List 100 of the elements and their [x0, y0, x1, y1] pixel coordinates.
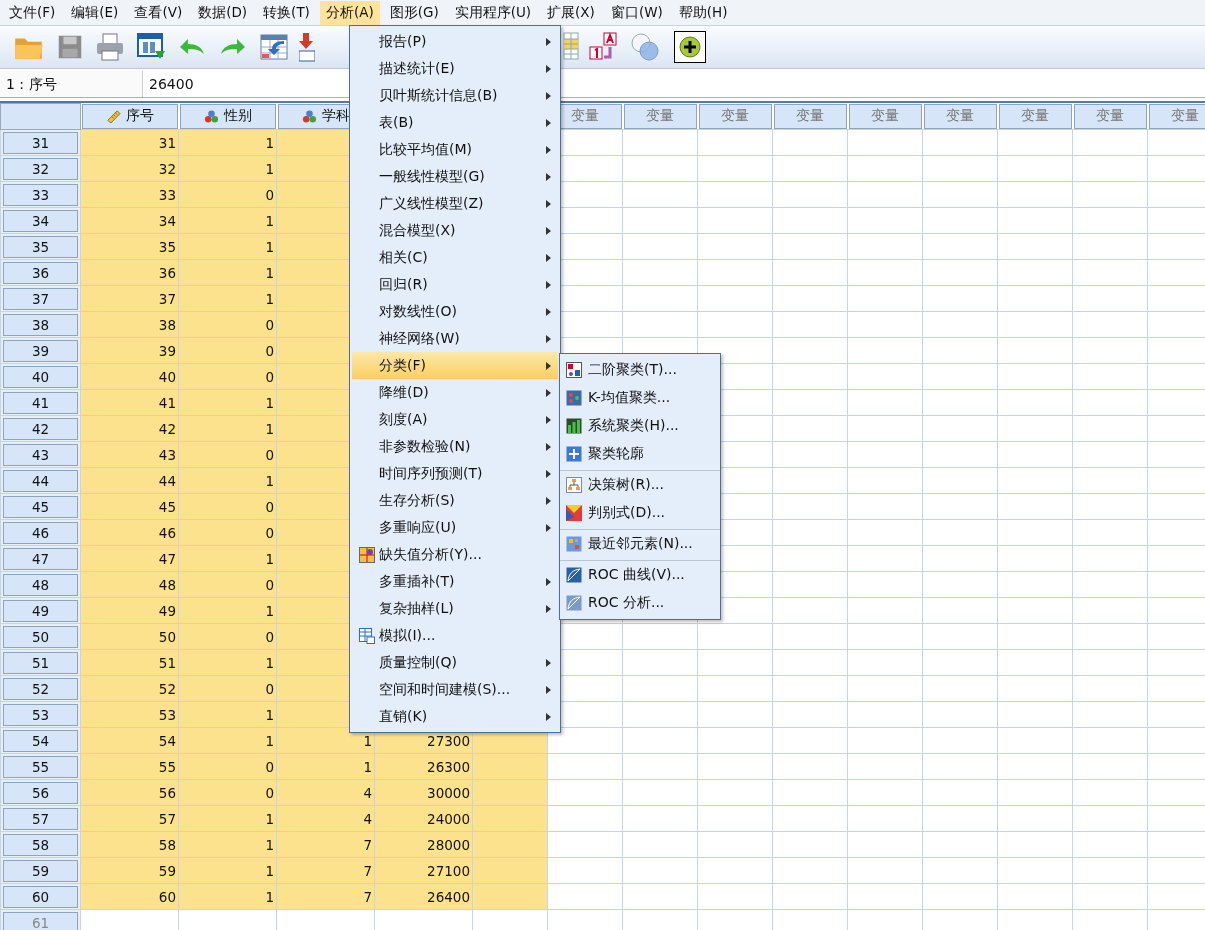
table-cell: 38	[158, 316, 176, 333]
column-header[interactable]: 变量	[1148, 103, 1205, 129]
menu-item[interactable]: 复杂抽样(L)	[352, 595, 558, 622]
table-cell: 0	[265, 498, 274, 515]
menu-item[interactable]: 模拟(I)...	[352, 622, 558, 649]
row-number[interactable]: 47	[3, 547, 78, 570]
row-number[interactable]: 48	[3, 573, 78, 596]
table-cell: 1	[265, 212, 274, 229]
table-cell: 41	[158, 394, 176, 411]
menu-item[interactable]: ROC 曲线(V)...	[560, 560, 720, 589]
menu-item[interactable]: 判别式(D)...	[560, 499, 720, 527]
menu-item[interactable]: 刻度(A)	[352, 406, 558, 433]
table-cell: 0	[265, 316, 274, 333]
row-number[interactable]: 53	[3, 703, 78, 726]
menu-item[interactable]: 报告(P)	[352, 28, 558, 55]
row-number[interactable]: 39	[3, 339, 78, 362]
row-number[interactable]: 41	[3, 391, 78, 414]
menu-item[interactable]: 相关(C)	[352, 244, 558, 271]
row-number[interactable]: 35	[3, 235, 78, 258]
menu-item[interactable]: 对数线性(O)	[352, 298, 558, 325]
row-number[interactable]: 52	[3, 677, 78, 700]
column-header[interactable]: 变量	[998, 103, 1072, 129]
menu-item[interactable]: 混合模型(X)	[352, 217, 558, 244]
table-cell: 1	[265, 134, 274, 151]
menu-item[interactable]: 系统聚类(H)...	[560, 412, 720, 440]
row-number[interactable]: 45	[3, 495, 78, 518]
row-number[interactable]: 34	[3, 209, 78, 232]
row-number[interactable]: 31	[3, 131, 78, 154]
menu-item[interactable]: 编辑(E)	[65, 0, 125, 25]
column-header[interactable]: 变量	[698, 103, 772, 129]
menu-item[interactable]: 二阶聚类(T)...	[560, 356, 720, 384]
menu-item[interactable]: 比较平均值(M)	[352, 136, 558, 163]
row-number[interactable]: 57	[3, 807, 78, 830]
menu-item[interactable]: 数据(D)	[192, 0, 254, 25]
menu-item[interactable]: 分析(A)	[319, 0, 380, 25]
table-cell: 50	[158, 628, 176, 645]
menu-item[interactable]: 图形(G)	[383, 0, 445, 25]
menu-item[interactable]: ROC 分析...	[560, 589, 720, 617]
table-cell: 39	[158, 342, 176, 359]
menu-item[interactable]: 查看(V)	[128, 0, 189, 25]
menu-item[interactable]: 非参数检验(N)	[352, 433, 558, 460]
row-number[interactable]: 44	[3, 469, 78, 492]
menu-item[interactable]: 降维(D)	[352, 379, 558, 406]
column-header[interactable]: 变量	[773, 103, 847, 129]
menu-item[interactable]: 缺失值分析(Y)...	[352, 541, 558, 568]
column-header[interactable]: 性别	[179, 103, 276, 129]
row-number[interactable]: 32	[3, 157, 78, 180]
menu-item[interactable]: 扩展(X)	[541, 0, 601, 25]
row-number[interactable]: 36	[3, 261, 78, 284]
column-header[interactable]: 变量	[623, 103, 697, 129]
row-number[interactable]: 40	[3, 365, 78, 388]
menu-item[interactable]: 时间序列预测(T)	[352, 460, 558, 487]
menu-item[interactable]: 神经网络(W)	[352, 325, 558, 352]
row-number[interactable]: 33	[3, 183, 78, 206]
column-header[interactable]: 变量	[848, 103, 922, 129]
cell-value-field[interactable]: 26400	[143, 71, 339, 97]
row-number[interactable]: 50	[3, 625, 78, 648]
row-number[interactable]: 43	[3, 443, 78, 466]
row-number[interactable]: 58	[3, 833, 78, 856]
row-number[interactable]: 54	[3, 729, 78, 752]
row-number[interactable]: 59	[3, 859, 78, 882]
menu-item[interactable]: 分类(F)	[352, 352, 558, 379]
row-number[interactable]: 37	[3, 287, 78, 310]
row-number[interactable]: 60	[3, 885, 78, 908]
column-header[interactable]: 变量	[923, 103, 997, 129]
table-cell: 49	[158, 602, 176, 619]
menu-item[interactable]: 直销(K)	[352, 703, 558, 730]
menu-item[interactable]: 转换(T)	[257, 0, 316, 25]
table-cell: 40	[158, 368, 176, 385]
menu-item[interactable]: 一般线性模型(G)	[352, 163, 558, 190]
menu-item[interactable]: 回归(R)	[352, 271, 558, 298]
menu-item[interactable]: 最近邻元素(N)...	[560, 529, 720, 558]
menu-item[interactable]: 生存分析(S)	[352, 487, 558, 514]
menu-item[interactable]: 帮助(H)	[672, 0, 734, 25]
column-header[interactable]: 变量	[1073, 103, 1147, 129]
table-cell: 1	[265, 394, 274, 411]
menu-item[interactable]: 窗口(W)	[604, 0, 669, 25]
menu-item[interactable]: 描述统计(E)	[352, 55, 558, 82]
table-cell: 1	[265, 732, 274, 749]
menu-item[interactable]: K-均值聚类...	[560, 384, 720, 412]
menu-item[interactable]: 广义线性模型(Z)	[352, 190, 558, 217]
row-number[interactable]: 55	[3, 755, 78, 778]
column-header[interactable]: 序号	[82, 103, 178, 129]
menu-item[interactable]: 空间和时间建模(S)...	[352, 676, 558, 703]
row-number[interactable]: 56	[3, 781, 78, 804]
row-number[interactable]: 49	[3, 599, 78, 622]
menu-item[interactable]: 实用程序(U)	[448, 0, 538, 25]
row-number[interactable]: 46	[3, 521, 78, 544]
table-cell: 1	[265, 550, 274, 567]
menu-item[interactable]: 文件(F)	[3, 0, 62, 25]
menu-item[interactable]: 聚类轮廓	[560, 440, 720, 468]
row-number[interactable]: 42	[3, 417, 78, 440]
menu-item[interactable]: 多重响应(U)	[352, 514, 558, 541]
table-cell: 24000	[427, 810, 470, 827]
menu-item[interactable]: 决策树(R)...	[560, 470, 720, 499]
menu-item[interactable]: 多重插补(T)	[352, 568, 558, 595]
menu-item[interactable]: 质量控制(Q)	[352, 649, 558, 676]
table-cell: 0	[265, 680, 274, 697]
row-number[interactable]: 38	[3, 313, 78, 336]
row-number[interactable]: 51	[3, 651, 78, 674]
